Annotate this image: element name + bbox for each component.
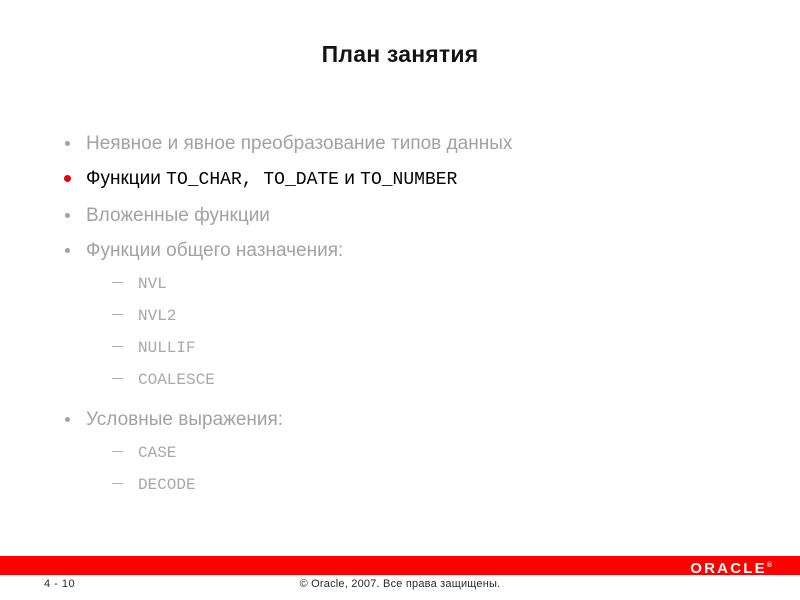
agenda-subitem-case-label: CASE [138,444,177,462]
agenda-subitem-coalesce[interactable]: COALESCE [60,364,760,396]
agenda-item-1-label: Неявное и явное преобразование типов дан… [86,133,513,154]
agenda-item-3[interactable]: Вложенные функции [60,198,760,233]
dot-bullet-icon [65,213,70,218]
agenda-list: Неявное и явное преобразование типов дан… [60,126,760,501]
dash-bullet-icon [112,282,123,283]
dash-bullet-icon [112,346,123,347]
oracle-logo: ORACLE® [690,557,772,578]
agenda-subitem-decode-label: DECODE [138,476,196,494]
dot-bullet-icon [65,141,70,146]
oracle-logo-text: ORACLE [690,560,767,577]
agenda-item-2-label-prefix: Функции [86,168,167,189]
agenda-item-4-label: Функции общего назначения: [86,240,344,261]
registered-trademark-icon: ® [766,562,772,569]
page-title: План занятия [321,41,479,67]
dash-bullet-icon [112,483,123,484]
agenda-item-4[interactable]: Функции общего назначения: [60,233,760,268]
dash-bullet-icon [112,451,123,452]
agenda-item-2-label-mid: и [338,168,361,189]
agenda-subitem-nullif[interactable]: NULLIF [60,332,760,364]
agenda-item-2-label-mono: TO_CHAR, TO_DATE [166,170,339,190]
agenda-subitem-coalesce-label: COALESCE [138,371,215,389]
dot-bullet-icon [65,417,70,422]
agenda-subitem-case[interactable]: CASE [60,437,760,469]
dash-bullet-icon [112,378,123,379]
copyright-notice: © Oracle, 2007. Все права защищены. [299,578,501,590]
agenda-subitem-nvl-label: NVL [138,275,167,293]
agenda-item-5-label: Условные выражения: [86,409,284,430]
agenda-item-3-label: Вложенные функции [86,205,270,226]
agenda-item-2[interactable]: Функции TO_CHAR, TO_DATE и TO_NUMBER [60,161,760,198]
slide-canvas: План занятия Неявное и явное преобразова… [0,0,800,600]
agenda-subitem-decode[interactable]: DECODE [60,469,760,501]
dot-bullet-icon [64,175,71,182]
agenda-subitem-nvl[interactable]: NVL [60,268,760,300]
dot-bullet-icon [65,248,70,253]
dash-bullet-icon [112,314,123,315]
footer-red-bar [0,556,800,575]
agenda-subitem-nvl2[interactable]: NVL2 [60,300,760,332]
agenda-item-5[interactable]: Условные выражения: [60,402,760,437]
agenda-item-2-label-mono2: TO_NUMBER [360,170,458,190]
agenda-item-1[interactable]: Неявное и явное преобразование типов дан… [60,126,760,161]
agenda-subitem-nullif-label: NULLIF [138,339,196,357]
agenda-subitem-nvl2-label: NVL2 [138,307,177,325]
